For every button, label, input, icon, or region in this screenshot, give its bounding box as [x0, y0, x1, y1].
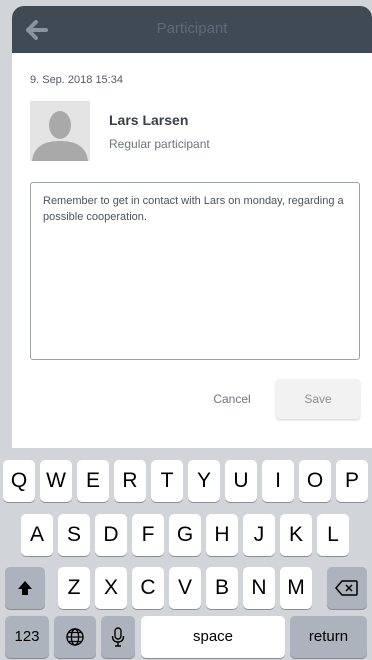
key-b[interactable]: B — [206, 567, 238, 609]
shift-key[interactable] — [5, 567, 45, 609]
key-t[interactable]: T — [151, 460, 183, 502]
key-w[interactable]: W — [40, 460, 72, 502]
shift-arrow-icon — [18, 581, 32, 596]
key-c[interactable]: C — [132, 567, 164, 609]
key-x[interactable]: X — [95, 567, 127, 609]
key-i[interactable]: I — [262, 460, 294, 502]
avatar — [30, 101, 90, 161]
key-s[interactable]: S — [58, 514, 90, 556]
participant-role: Regular participant — [109, 137, 210, 151]
save-button[interactable]: Save — [276, 379, 360, 419]
key-u[interactable]: U — [225, 460, 257, 502]
key-f[interactable]: F — [132, 514, 164, 556]
participant-card: 9. Sep. 2018 15:34 Lars Larsen Regular p… — [12, 53, 372, 448]
dictation-key[interactable] — [101, 616, 135, 658]
onscreen-keyboard: QWERTYUIOP ASDFGHJKL ZXCVBNM 123 space r… — [0, 448, 372, 660]
note-textarea[interactable]: Remember to get in contact with Lars on … — [30, 182, 360, 360]
key-k[interactable]: K — [280, 514, 312, 556]
return-key[interactable]: return — [290, 616, 367, 658]
cancel-button[interactable]: Cancel — [197, 387, 267, 411]
numbers-key[interactable]: 123 — [5, 616, 49, 658]
key-h[interactable]: H — [206, 514, 238, 556]
key-z[interactable]: Z — [58, 567, 90, 609]
key-d[interactable]: D — [95, 514, 127, 556]
key-o[interactable]: O — [299, 460, 331, 502]
key-j[interactable]: J — [243, 514, 275, 556]
key-e[interactable]: E — [77, 460, 109, 502]
key-y[interactable]: Y — [188, 460, 220, 502]
entry-date: 9. Sep. 2018 15:34 — [30, 74, 123, 86]
key-a[interactable]: A — [21, 514, 53, 556]
participant-name: Lars Larsen — [109, 112, 189, 128]
key-m[interactable]: M — [280, 567, 312, 609]
key-v[interactable]: V — [169, 567, 201, 609]
microphone-icon — [111, 627, 125, 648]
globe-key[interactable] — [54, 616, 96, 658]
page-title: Participant — [156, 20, 228, 37]
app-screen: Participant 9. Sep. 2018 15:34 Lars Lars… — [0, 0, 372, 660]
space-key[interactable]: space — [141, 616, 285, 658]
key-p[interactable]: P — [336, 460, 368, 502]
top-bar: Participant — [12, 6, 372, 53]
key-q[interactable]: Q — [3, 460, 35, 502]
backspace-icon — [335, 580, 358, 597]
key-n[interactable]: N — [243, 567, 275, 609]
backspace-key[interactable] — [327, 567, 367, 609]
globe-icon — [66, 628, 84, 647]
key-l[interactable]: L — [317, 514, 349, 556]
key-r[interactable]: R — [114, 460, 146, 502]
person-silhouette-icon — [30, 101, 90, 161]
key-g[interactable]: G — [169, 514, 201, 556]
